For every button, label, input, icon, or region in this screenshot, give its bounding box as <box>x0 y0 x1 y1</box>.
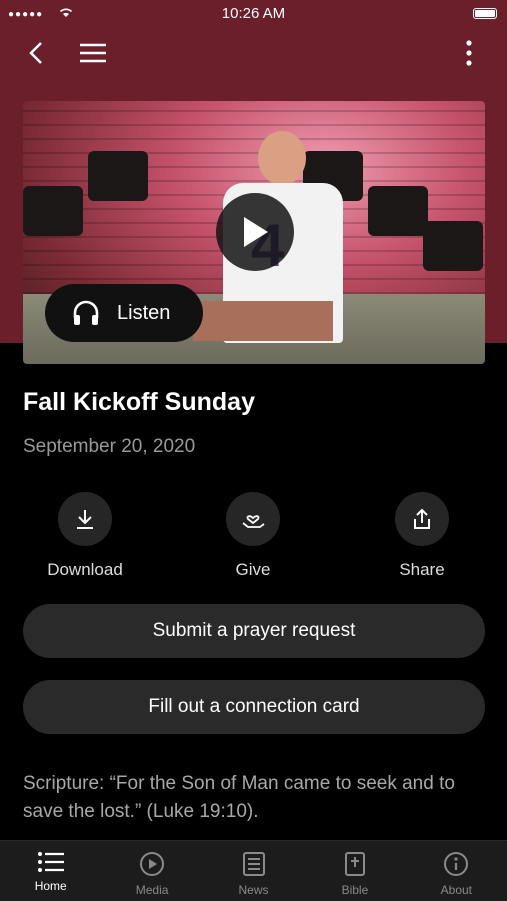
tab-home-label: Home <box>34 879 67 893</box>
give-label: Give <box>235 560 271 579</box>
download-button[interactable] <box>58 492 112 546</box>
tab-bar: Home Media News Bible About <box>0 840 507 901</box>
tab-media-label: Media <box>135 883 169 897</box>
sermon-date: September 20, 2020 <box>23 436 196 457</box>
chair <box>368 186 428 236</box>
share-label: Share <box>399 560 445 579</box>
chair <box>423 221 483 271</box>
listen-button[interactable]: Listen <box>45 284 203 342</box>
give-action[interactable]: Give <box>193 492 313 580</box>
share-icon <box>414 508 430 529</box>
tab-about[interactable]: About <box>406 841 507 901</box>
give-button[interactable] <box>226 492 280 546</box>
share-action[interactable]: Share <box>362 492 482 580</box>
status-time: 10:26 AM <box>221 5 286 22</box>
info-icon <box>444 852 469 876</box>
tab-news[interactable]: News <box>203 841 304 901</box>
news-icon <box>242 852 265 876</box>
chair <box>88 151 148 201</box>
top-nav <box>0 28 507 78</box>
play-button[interactable] <box>216 193 294 271</box>
headphones-icon <box>71 296 105 330</box>
tab-bible[interactable]: Bible <box>304 841 405 901</box>
home-list-icon <box>37 852 64 872</box>
speaker-head <box>258 131 306 185</box>
podium <box>193 301 333 341</box>
video-thumbnail[interactable]: 4 Listen <box>23 101 485 364</box>
tab-media[interactable]: Media <box>101 841 202 901</box>
menu-button[interactable] <box>76 36 110 70</box>
download-icon <box>77 510 93 529</box>
chair <box>23 186 83 236</box>
prayer-request-button[interactable]: Submit a prayer request <box>23 604 485 658</box>
tab-home[interactable]: Home <box>0 841 101 901</box>
more-button[interactable] <box>452 36 486 70</box>
download-action[interactable]: Download <box>25 492 145 580</box>
back-button[interactable] <box>20 36 54 70</box>
scripture-text: Scripture: “For the Son of Man came to s… <box>23 773 455 822</box>
bible-icon <box>344 852 365 876</box>
more-vertical-icon <box>466 40 472 66</box>
share-button[interactable] <box>395 492 449 546</box>
connection-card-button[interactable]: Fill out a connection card <box>23 680 485 734</box>
tab-about-label: About <box>440 883 472 897</box>
tab-bible-label: Bible <box>341 883 369 897</box>
listen-label: Listen <box>117 301 171 324</box>
tab-news-label: News <box>238 883 269 897</box>
chevron-left-icon <box>29 42 42 64</box>
play-icon <box>244 217 268 247</box>
download-label: Download <box>47 560 123 579</box>
give-heart-hand-icon <box>242 515 265 528</box>
sermon-title: Fall Kickoff Sunday <box>23 388 255 416</box>
battery-icon <box>473 8 497 19</box>
media-play-icon <box>140 852 165 876</box>
status-bar: ●●●●● 10:26 AM <box>0 0 507 28</box>
hamburger-icon <box>80 43 106 63</box>
